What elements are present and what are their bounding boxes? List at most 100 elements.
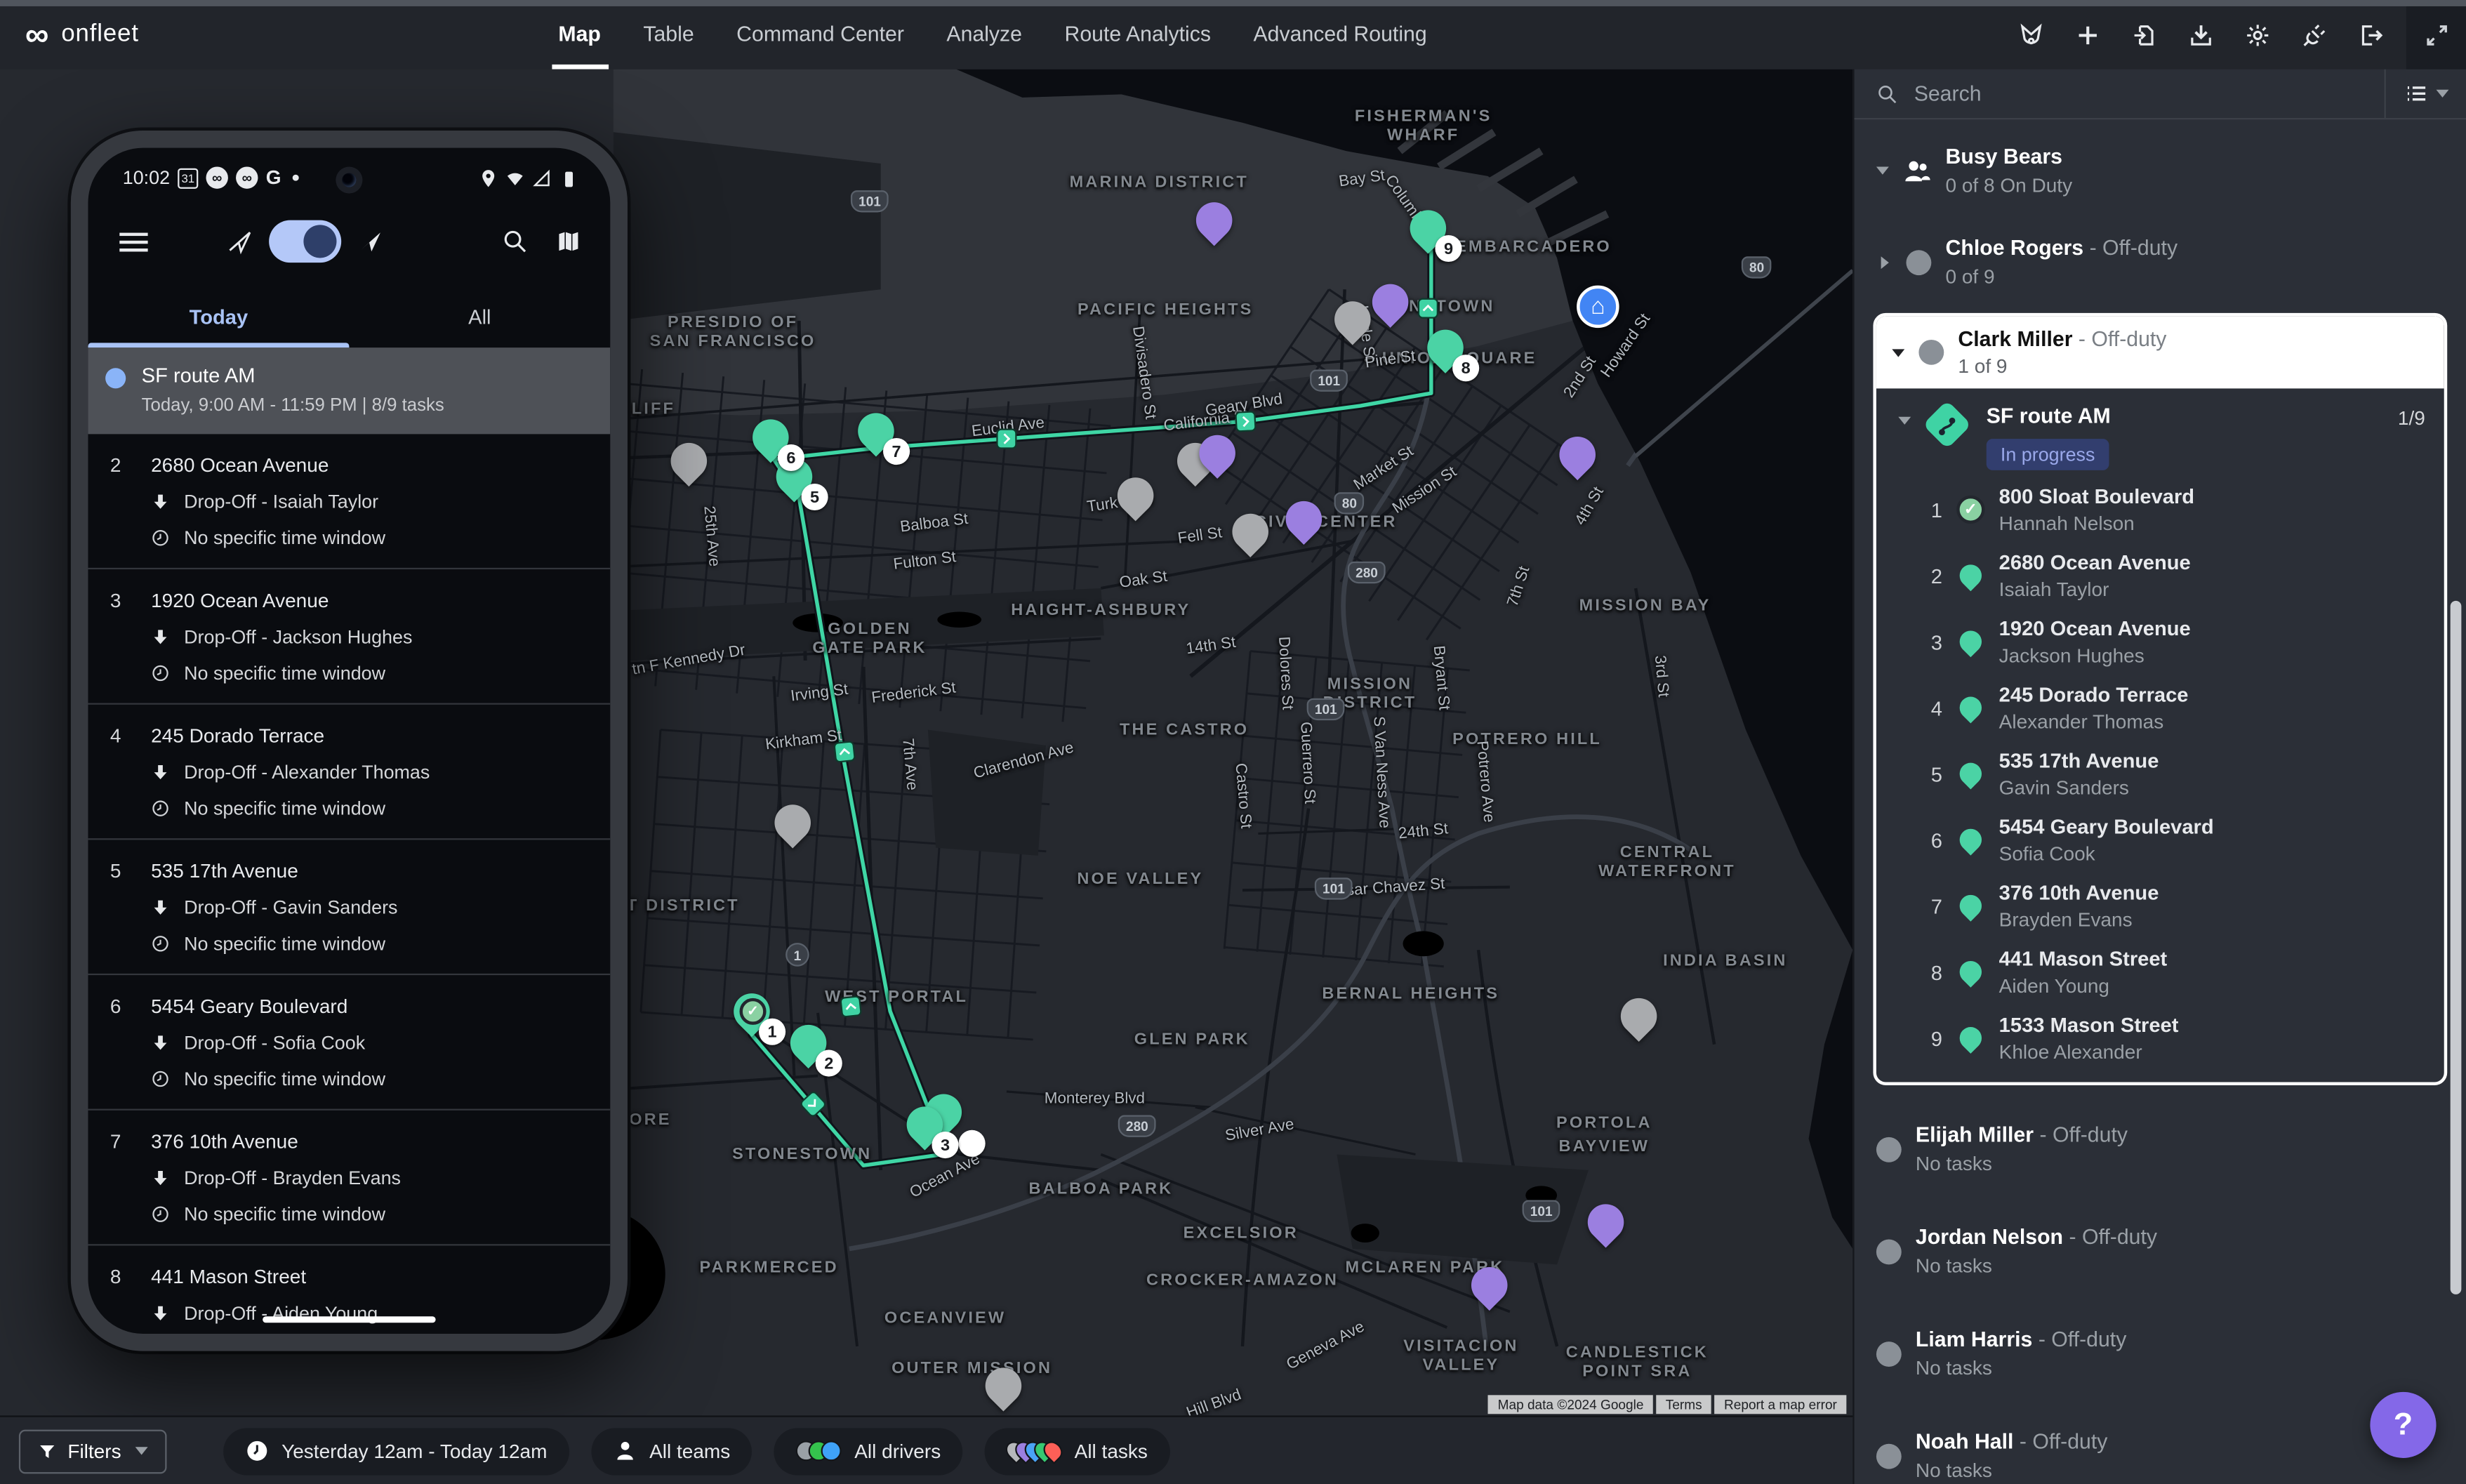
drivers-below: Elijah Miller - Off-duty No tasks Jordan… [1870, 1111, 2451, 1484]
location-arrow-filled-icon[interactable] [357, 228, 384, 255]
nav-tab[interactable]: Map [558, 0, 600, 69]
phone-task-row[interactable]: 3 1920 Ocean Avenue Drop-Off - Jackson H… [88, 569, 610, 705]
nav-tab[interactable]: Route Analytics [1065, 0, 1212, 69]
task-window: No specific time window [184, 933, 385, 955]
route-task-row[interactable]: 1 ✓ 800 Sloat Boulevard Hannah Nelson [1876, 477, 2444, 543]
phone-clock: 10:02 [123, 166, 170, 188]
driver-sub: No tasks [1916, 1459, 2107, 1481]
driver-status: - Off-duty [2079, 327, 2167, 351]
onfleet-logo-text: onfleet [61, 20, 139, 48]
duty-toggle[interactable] [269, 220, 341, 263]
map-icon[interactable] [555, 228, 582, 255]
task-address: 441 Mason Street [1999, 947, 2168, 971]
highway-shield: 101 [1310, 370, 1348, 392]
search-icon[interactable] [502, 228, 529, 255]
pin-check-icon: ✓ [738, 998, 765, 1025]
route-direction-arrow-icon [840, 995, 862, 1018]
menu-icon[interactable] [119, 232, 147, 251]
driver-sub: 1 of 9 [1958, 355, 2166, 377]
phone-task-row[interactable]: 2 2680 Ocean Avenue Drop-Off - Isaiah Ta… [88, 434, 610, 569]
tasks-filter[interactable]: All tasks [985, 1427, 1169, 1474]
task-window: No specific time window [184, 1203, 385, 1225]
location-arrow-outline-icon[interactable] [227, 228, 253, 255]
route-task-row[interactable]: 5 ✓ 535 17th Avenue Gavin Sanders [1876, 741, 2444, 807]
driver-row[interactable]: Jordan Nelson - Off-duty No tasks [1870, 1212, 2451, 1290]
task-pin-icon [1955, 560, 1986, 591]
terms-link[interactable]: Terms [1656, 1395, 1711, 1414]
chevron-down-icon [1876, 166, 1889, 174]
phone-task-row[interactable]: 6 5454 Geary Boulevard Drop-Off - Sofia … [88, 975, 610, 1111]
clock-icon [151, 529, 170, 548]
expand-corner-button[interactable] [2406, 0, 2466, 69]
search-input[interactable]: Search [1855, 82, 2385, 106]
dropoff-arrow-icon [151, 492, 170, 511]
route-task-row[interactable]: 7 ✓ 376 10th Avenue Brayden Evans [1876, 873, 2444, 939]
route-row-sf-route-am[interactable]: SF route AM In progress 1/9 [1876, 388, 2444, 476]
drivers-filter[interactable]: All drivers [774, 1427, 963, 1474]
report-map-error-link[interactable]: Report a map error [1715, 1395, 1847, 1414]
funnel-icon [38, 1441, 57, 1460]
route-task-row[interactable]: 3 ✓ 1920 Ocean Avenue Jackson Hughes [1876, 609, 2444, 675]
logout-icon[interactable] [2358, 21, 2385, 48]
settings-gear-icon[interactable] [2244, 21, 2271, 48]
phone-tab[interactable]: All [349, 291, 610, 347]
route-task-row[interactable]: 6 ✓ 5454 Geary Boulevard Sofia Cook [1876, 807, 2444, 873]
phone-task-row[interactable]: 7 376 10th Avenue Drop-Off - Brayden Eva… [88, 1111, 610, 1246]
teams-filter[interactable]: All teams [591, 1427, 752, 1474]
onfleet-logo[interactable]: ∞ onfleet [0, 18, 267, 51]
route-task-row[interactable]: 9 ✓ 1533 Mason Street Khloe Alexander [1876, 1005, 2444, 1071]
import-tasks-icon[interactable] [2131, 21, 2158, 48]
help-button[interactable]: ? [2370, 1392, 2436, 1458]
driver-row[interactable]: Chloe Rogers - Off-duty 0 of 9 [1870, 223, 2451, 300]
location-icon [478, 168, 498, 188]
tasks-label: All tasks [1075, 1440, 1148, 1462]
nav-tab[interactable]: Table [643, 0, 694, 69]
nav-tab[interactable]: Advanced Routing [1254, 0, 1427, 69]
route-task-row[interactable]: 4 ✓ 245 Dorado Terrace Alexander Thomas [1876, 675, 2444, 741]
sidebar-scrollbar[interactable] [2451, 601, 2462, 1294]
team-row-busy-bears[interactable]: Busy Bears 0 of 8 On Duty [1870, 132, 2451, 209]
driver-row[interactable]: Noah Hall - Off-duty No tasks [1870, 1417, 2451, 1484]
add-icon[interactable] [2074, 21, 2101, 48]
driver-badge-icon[interactable] [2018, 21, 2045, 48]
phone-mockup: 10:02 31 ∞ ∞ G [71, 131, 628, 1351]
map-pin-badge: 2 [816, 1050, 842, 1077]
driver-row-clark-miller[interactable]: Clark Miller - Off-duty 1 of 9 [1876, 316, 2444, 388]
phone-task-row[interactable]: 8 441 Mason Street Drop-Off - Aiden Youn… [88, 1245, 610, 1351]
nav-tab[interactable]: Command Center [736, 0, 904, 69]
task-address: 5454 Geary Boulevard [1999, 815, 2214, 839]
phone-task-row[interactable]: 4 245 Dorado Terrace Drop-Off - Alexande… [88, 705, 610, 840]
driver-name: Elijah Miller [1916, 1123, 2034, 1147]
route-status-badge: In progress [1987, 439, 2109, 470]
driver-row[interactable]: Liam Harris - Off-duty No tasks [1870, 1315, 2451, 1392]
nav-tab[interactable]: Analyze [946, 0, 1022, 69]
list-view-toggle[interactable] [2385, 69, 2466, 118]
phone-route-title: SF route AM [142, 364, 444, 387]
task-recipient: Khloe Alexander [1999, 1041, 2179, 1063]
phone-camera [336, 166, 362, 193]
phone-tab[interactable]: Today [88, 291, 349, 347]
driver-name: Noah Hall [1916, 1430, 2014, 1454]
task-recipient: Jackson Hughes [1999, 645, 2191, 667]
team-name: Busy Bears [1945, 145, 2062, 168]
driver-row[interactable]: Elijah Miller - Off-duty No tasks [1870, 1111, 2451, 1188]
route-task-row[interactable]: 8 ✓ 441 Mason Street Aiden Young [1876, 939, 2444, 1005]
download-icon[interactable] [2188, 21, 2215, 48]
clock-icon [151, 1340, 170, 1351]
wifi-icon [505, 168, 525, 188]
teams-label: All teams [649, 1440, 730, 1462]
nav-tabs: Map Table Command Center Analyze Route Analy… [558, 0, 1426, 69]
calendar-icon: 31 [178, 168, 198, 188]
route-status-dot [105, 368, 126, 388]
date-range-filter[interactable]: Yesterday 12am - Today 12am [223, 1427, 569, 1474]
route-task-row[interactable]: 2 ✓ 2680 Ocean Avenue Isaiah Taylor [1876, 543, 2444, 609]
map-pin-badge [959, 1130, 986, 1157]
phone-task-row[interactable]: 5 535 17th Avenue Drop-Off - Gavin Sande… [88, 840, 610, 975]
task-address: 2680 Ocean Avenue [1999, 550, 2191, 574]
map-home-marker[interactable]: ⌂ [1577, 286, 1619, 328]
filters-button[interactable]: Filters [19, 1429, 167, 1473]
team-status: 0 of 8 On Duty [1945, 175, 2072, 197]
avatar [1876, 1238, 1902, 1264]
integrations-plug-icon[interactable] [2301, 21, 2328, 48]
phone-route-card[interactable]: SF route AM Today, 9:00 AM - 11:59 PM | … [88, 347, 610, 434]
